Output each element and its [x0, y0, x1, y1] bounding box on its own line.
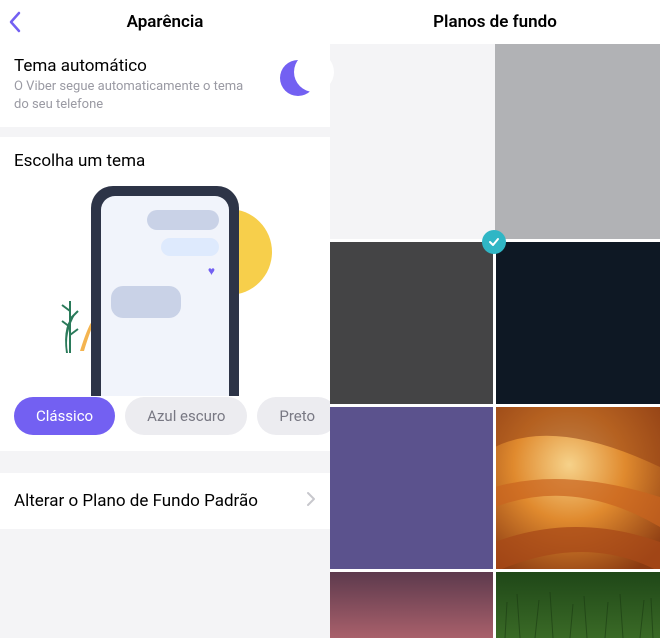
backgrounds-header: Planos de fundo: [330, 0, 660, 44]
bg-tile-dusk[interactable]: [330, 572, 495, 638]
backgrounds-grid: [330, 44, 660, 638]
change-default-bg-label: Alterar o Plano de Fundo Padrão: [14, 491, 258, 511]
bg-tile-purple[interactable]: [330, 407, 495, 572]
theme-illustration: ♥: [14, 181, 316, 381]
back-button[interactable]: [8, 0, 22, 44]
message-bubble: [161, 238, 219, 256]
change-default-bg-row[interactable]: Alterar o Plano de Fundo Padrão: [0, 473, 330, 529]
auto-theme-title: Tema automático: [14, 56, 254, 76]
message-bubble: [111, 286, 181, 318]
theme-option-dark-blue[interactable]: Azul escuro: [125, 397, 247, 435]
bg-tile-midnight[interactable]: [495, 242, 660, 407]
bg-tile-orange-canyon[interactable]: [495, 407, 660, 572]
choose-theme-title: Escolha um tema: [14, 151, 316, 171]
chevron-right-icon: [306, 491, 316, 511]
bg-tile-dark-grey[interactable]: [330, 242, 495, 407]
backgrounds-title: Planos de fundo: [433, 12, 557, 32]
backgrounds-pane: Planos de fundo: [330, 0, 660, 638]
appearance-header: Aparência: [0, 0, 330, 44]
moon-icon: [272, 56, 316, 100]
theme-pills: Clássico Azul escuro Preto: [0, 397, 330, 451]
choose-theme-section: Escolha um tema ♥: [0, 137, 330, 397]
chevron-left-icon: [8, 11, 22, 33]
theme-option-classic[interactable]: Clássico: [14, 397, 115, 435]
appearance-pane: Aparência Tema automático O Viber segue …: [0, 0, 330, 638]
auto-theme-description: O Viber segue automaticamente o tema do …: [14, 78, 254, 113]
theme-option-black[interactable]: Preto: [257, 397, 330, 435]
bg-tile-light-grey[interactable]: [495, 44, 660, 242]
auto-theme-row[interactable]: Tema automático O Viber segue automatica…: [0, 44, 330, 127]
phone-preview: ♥: [91, 186, 239, 396]
message-bubble: [147, 210, 219, 230]
heart-icon: ♥: [208, 264, 219, 278]
bg-tile-green-grass[interactable]: [495, 572, 660, 638]
appearance-title: Aparência: [127, 12, 204, 32]
selected-checkmark-icon: [482, 230, 506, 254]
